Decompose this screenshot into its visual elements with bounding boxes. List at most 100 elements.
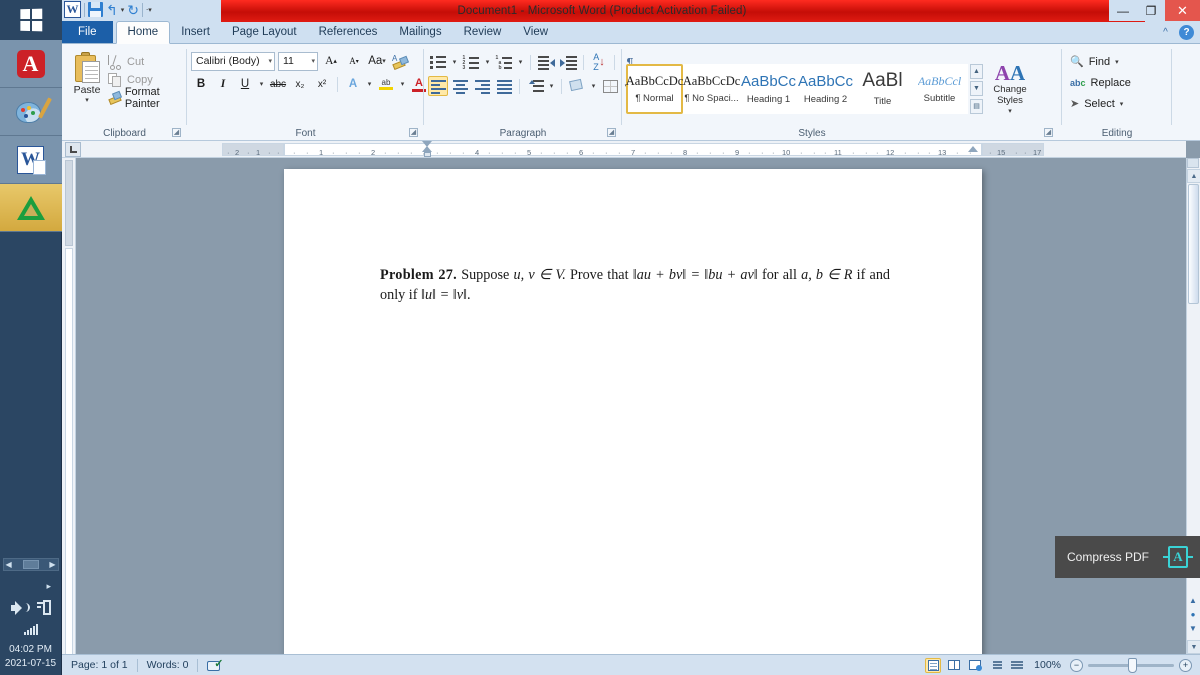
shrink-font-button[interactable]: A ▾ [344, 51, 364, 71]
scroll-down-icon[interactable]: ▼ [1187, 640, 1200, 654]
vertical-scrollbar[interactable]: ▲ ▲ ● ▼ ▼ [1186, 158, 1200, 654]
paste-button[interactable]: Paste ▾ [66, 49, 108, 104]
network-icon[interactable] [36, 600, 51, 615]
word-app-icon[interactable]: W [64, 1, 81, 18]
justify-button[interactable] [494, 76, 514, 96]
taskbar-item-penrose-app[interactable] [0, 184, 62, 232]
align-left-button[interactable] [428, 76, 448, 96]
tab-insert[interactable]: Insert [170, 22, 221, 43]
start-button[interactable] [0, 0, 62, 40]
zoom-slider[interactable] [1088, 657, 1174, 673]
styles-scroll-up-icon[interactable]: ▲ [970, 63, 983, 79]
zoom-slider-thumb[interactable] [1128, 657, 1137, 673]
close-button[interactable]: ✕ [1165, 0, 1200, 21]
change-case-button[interactable]: Aa ▾ [367, 51, 387, 71]
shading-button[interactable] [567, 76, 587, 96]
multilevel-dropdown-icon[interactable]: ▾ [516, 52, 525, 72]
clear-formatting-button[interactable]: A [390, 51, 410, 71]
tab-stop-selector[interactable] [65, 142, 81, 157]
styles-scroll-down-icon[interactable]: ▼ [970, 81, 983, 96]
volume-icon[interactable] [10, 601, 30, 615]
taskbar-item-adobe-acrobat[interactable]: A [0, 40, 62, 88]
taskbar-item-paint[interactable] [0, 88, 62, 136]
compress-pdf-toast[interactable]: Compress PDF A [1055, 536, 1200, 578]
chevron-down-icon[interactable]: ▾ [306, 57, 315, 65]
align-right-button[interactable] [472, 76, 492, 96]
scrollbar-thumb[interactable] [1188, 184, 1199, 304]
styles-dialog-launcher[interactable]: ◢ [1044, 128, 1053, 137]
underline-dropdown-icon[interactable]: ▾ [257, 74, 266, 94]
superscript-button[interactable]: x² [312, 74, 332, 94]
find-dropdown-icon[interactable]: ▾ [1115, 58, 1119, 66]
signal-strength-icon[interactable] [23, 623, 38, 635]
restore-button[interactable]: ❐ [1137, 0, 1165, 21]
font-size-input[interactable]: 11 ▾ [278, 51, 318, 71]
save-icon[interactable] [88, 2, 103, 17]
zoom-out-button[interactable]: − [1070, 658, 1083, 672]
collapse-ribbon-icon[interactable]: ^ [1159, 26, 1172, 39]
select-button[interactable]: ➤ Select ▾ [1070, 93, 1123, 114]
bullets-dropdown-icon[interactable]: ▾ [450, 52, 459, 72]
subscript-button[interactable]: x₂ [290, 74, 310, 94]
proofing-status-button[interactable] [198, 655, 231, 675]
tab-mailings[interactable]: Mailings [388, 22, 452, 43]
italic-button[interactable]: I [213, 74, 233, 94]
next-page-icon[interactable]: ▼ [1186, 622, 1200, 636]
multilevel-list-button[interactable]: 1ab [494, 52, 514, 72]
numbering-dropdown-icon[interactable]: ▾ [483, 52, 492, 72]
numbering-button[interactable]: 123 [461, 52, 481, 72]
bullets-button[interactable] [428, 52, 448, 72]
strikethrough-button[interactable]: abc [268, 74, 288, 94]
paragraph-dialog-launcher[interactable]: ◢ [607, 128, 616, 137]
line-spacing-button[interactable] [525, 76, 545, 96]
style-normal[interactable]: AaBbCcDc ¶ Normal [626, 63, 683, 114]
decrease-indent-button[interactable] [536, 52, 556, 72]
tab-references[interactable]: References [308, 22, 389, 43]
taskbar-item-microsoft-word[interactable]: W [0, 136, 62, 184]
zoom-in-button[interactable]: + [1179, 658, 1192, 672]
style-heading-2[interactable]: AaBbCc Heading 2 [797, 63, 854, 114]
draft-view-button[interactable] [1009, 658, 1025, 673]
left-indent-marker[interactable] [424, 152, 431, 157]
chevron-down-icon[interactable]: ▾ [263, 57, 272, 65]
tab-review[interactable]: Review [453, 22, 513, 43]
horizontal-ruler[interactable]: · 2 · 1 · · ·· 1· ·· 2· ·· 3· ·· 4· ·· [62, 141, 1186, 158]
vertical-ruler[interactable] [62, 158, 76, 654]
customize-qat-icon[interactable]: ⋅▾ [146, 6, 152, 14]
outline-view-button[interactable] [988, 658, 1004, 673]
tab-file[interactable]: File [62, 21, 113, 43]
clipboard-dialog-launcher[interactable]: ◢ [172, 128, 181, 137]
paste-dropdown-icon[interactable]: ▾ [85, 96, 89, 104]
line-spacing-dropdown-icon[interactable]: ▾ [547, 76, 556, 96]
style-subtitle[interactable]: AaBbCcl Subtitle [911, 63, 968, 114]
tab-page-layout[interactable]: Page Layout [221, 22, 308, 43]
underline-button[interactable]: U [235, 74, 255, 94]
help-icon[interactable]: ? [1179, 25, 1194, 40]
print-layout-view-button[interactable] [925, 657, 942, 673]
full-screen-reading-view-button[interactable] [946, 658, 962, 673]
zoom-level[interactable]: 100% [1030, 659, 1065, 671]
redo-icon[interactable]: ↻ [127, 3, 139, 17]
undo-icon[interactable]: ↰ [106, 3, 118, 17]
style-no-spacing[interactable]: AaBbCcDc ¶ No Spaci... [683, 63, 740, 114]
cut-button[interactable]: Cut [108, 53, 183, 71]
replace-button[interactable]: abc Replace [1070, 72, 1131, 93]
web-layout-view-button[interactable] [967, 658, 983, 673]
tab-view[interactable]: View [512, 22, 559, 43]
bold-button[interactable]: B [191, 74, 211, 94]
page-indicator[interactable]: Page: 1 of 1 [62, 655, 137, 675]
tray-expand-icon[interactable]: ▸ [46, 581, 51, 592]
previous-page-icon[interactable]: ▲ [1186, 594, 1200, 608]
right-indent-marker[interactable] [968, 146, 978, 152]
document-body-text[interactable]: Problem 27. Suppose u, v ∈ V. Prove that… [380, 265, 890, 305]
find-button[interactable]: 🔍 Find ▾ [1070, 51, 1119, 72]
tray-clock[interactable]: 04:02 PM 2021-07-15 [5, 643, 56, 675]
text-effects-dropdown-icon[interactable]: ▾ [365, 74, 374, 94]
scroll-up-icon[interactable]: ▲ [1187, 169, 1200, 183]
format-painter-button[interactable]: Format Painter [108, 86, 183, 110]
highlight-dropdown-icon[interactable]: ▾ [398, 74, 407, 94]
word-count[interactable]: Words: 0 [138, 655, 198, 675]
increase-indent-button[interactable] [558, 52, 578, 72]
text-effects-button[interactable]: A [343, 74, 363, 94]
align-center-button[interactable] [450, 76, 470, 96]
